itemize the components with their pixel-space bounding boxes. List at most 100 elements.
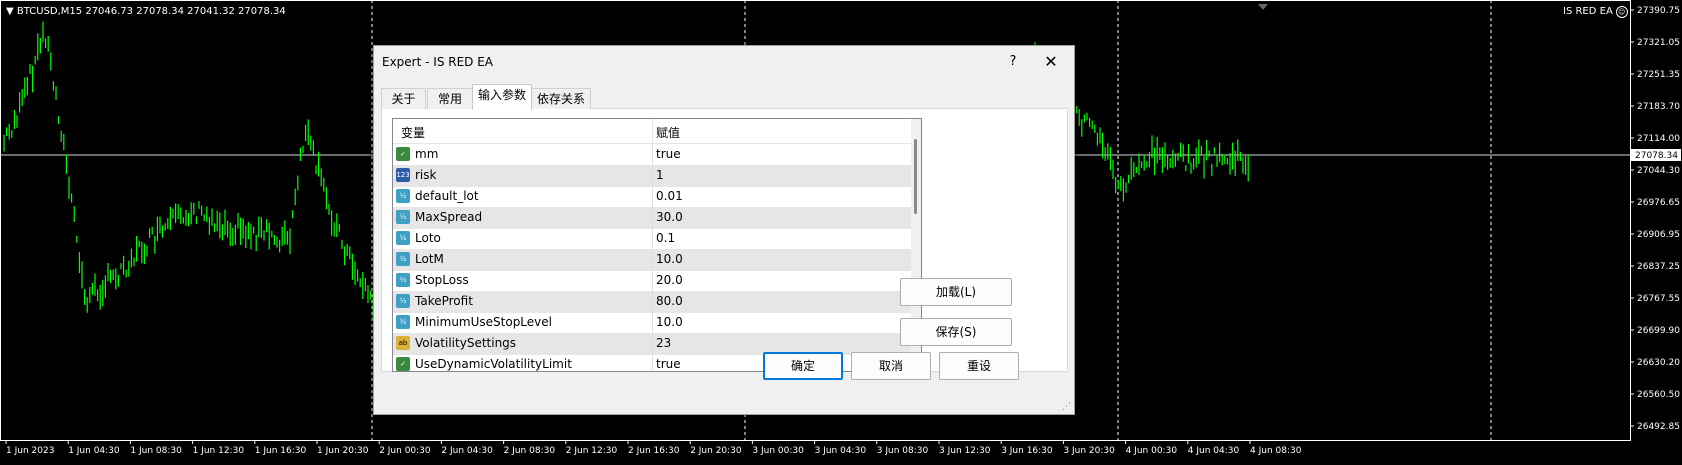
param-type-str-icon: ab <box>396 336 410 350</box>
resize-grip-icon[interactable]: ⋰ <box>1062 402 1072 412</box>
dialog-titlebar[interactable]: Expert - IS RED EA ? ✕ <box>374 46 1074 78</box>
tab-dependencies[interactable]: 依存关系 <box>531 88 591 109</box>
x-tick-label: 2 Jun 20:30 <box>690 446 742 456</box>
param-name: TakeProfit <box>415 294 473 308</box>
param-type-bool-icon: ✓ <box>396 147 410 161</box>
y-tick-label: 27044.30 <box>1637 166 1680 176</box>
param-name: UseDynamicVolatilityLimit <box>415 357 572 371</box>
y-tick-label: 27183.70 <box>1637 102 1680 112</box>
table-row[interactable]: 123 risk 1 <box>393 165 911 187</box>
x-tick-label: 1 Jun 2023 <box>6 446 54 456</box>
x-tick-label: 3 Jun 16:30 <box>1001 446 1053 456</box>
column-header-variable[interactable]: 变量 <box>401 124 425 141</box>
ea-name: IS RED EA <box>1563 6 1613 17</box>
x-tick-label: 1 Jun 08:30 <box>130 446 182 456</box>
x-tick-label: 4 Jun 00:30 <box>1126 446 1178 456</box>
param-value[interactable]: 80.0 <box>656 294 683 308</box>
param-value[interactable]: 10.0 <box>656 252 683 266</box>
x-tick-label: 1 Jun 12:30 <box>193 446 245 456</box>
table-row[interactable]: ½ MaxSpread 30.0 <box>393 207 911 229</box>
param-type-dbl-icon: ½ <box>396 252 410 266</box>
y-tick-label: 26699.90 <box>1637 326 1680 336</box>
param-name: LotM <box>415 252 444 266</box>
param-value[interactable]: true <box>656 147 681 161</box>
load-button[interactable]: 加载(L) <box>900 278 1012 306</box>
expert-advisor-label[interactable]: IS RED EA ☺ <box>1563 6 1628 18</box>
param-name: MinimumUseStopLevel <box>415 315 552 329</box>
y-tick-label: 26767.55 <box>1637 294 1680 304</box>
dialog-title: Expert - IS RED EA <box>382 55 494 69</box>
table-row[interactable]: ½ default_lot 0.01 <box>393 186 911 208</box>
y-tick-label: 27251.35 <box>1637 70 1680 80</box>
close-button[interactable]: ✕ <box>1038 52 1064 72</box>
param-value[interactable]: true <box>656 357 681 371</box>
table-row[interactable]: ½ StopLoss 20.0 <box>393 270 911 292</box>
y-tick-label: 26906.95 <box>1637 230 1680 240</box>
param-value[interactable]: 0.1 <box>656 231 675 245</box>
y-tick-label: 26976.65 <box>1637 198 1680 208</box>
x-tick-label: 1 Jun 04:30 <box>68 446 120 456</box>
y-tick-label: 26837.25 <box>1637 262 1680 272</box>
param-value[interactable]: 23 <box>656 336 671 350</box>
column-header-value[interactable]: 赋值 <box>656 124 680 141</box>
x-tick-label: 2 Jun 08:30 <box>504 446 556 456</box>
cancel-button[interactable]: 取消 <box>851 352 931 380</box>
x-tick-label: 3 Jun 00:30 <box>752 446 804 456</box>
scrollbar-thumb[interactable] <box>914 139 917 214</box>
x-tick-label: 3 Jun 08:30 <box>877 446 929 456</box>
shift-marker-icon <box>1258 4 1268 10</box>
y-tick-label: 26560.50 <box>1637 390 1680 400</box>
table-row[interactable]: ½ TakeProfit 80.0 <box>393 291 911 313</box>
param-type-dbl-icon: ½ <box>396 315 410 329</box>
table-row[interactable]: ✓ mm true <box>393 144 911 166</box>
x-tick-label: 2 Jun 00:30 <box>379 446 431 456</box>
tab-common[interactable]: 常用 <box>427 88 473 109</box>
x-tick-label: 3 Jun 04:30 <box>815 446 867 456</box>
help-button[interactable]: ? <box>1000 52 1026 72</box>
x-tick-label: 1 Jun 16:30 <box>255 446 307 456</box>
x-tick-label: 2 Jun 04:30 <box>441 446 493 456</box>
y-tick-label: 27390.75 <box>1637 6 1680 16</box>
x-tick-label: 1 Jun 20:30 <box>317 446 369 456</box>
x-tick-label: 4 Jun 04:30 <box>1188 446 1240 456</box>
x-tick-label: 2 Jun 16:30 <box>628 446 680 456</box>
x-tick-label: 4 Jun 08:30 <box>1250 446 1302 456</box>
x-tick-label: 3 Jun 20:30 <box>1063 446 1115 456</box>
param-value[interactable]: 20.0 <box>656 273 683 287</box>
chart-title-text: BTCUSD,M15 27046.73 27078.34 27041.32 27… <box>16 6 286 17</box>
param-type-dbl-icon: ½ <box>396 189 410 203</box>
param-name: StopLoss <box>415 273 469 287</box>
param-value[interactable]: 0.01 <box>656 189 683 203</box>
chart-symbol-info: ▼ BTCUSD,M15 27046.73 27078.34 27041.32 … <box>6 6 286 17</box>
ok-button[interactable]: 确定 <box>763 352 843 380</box>
param-name: mm <box>415 147 439 161</box>
y-tick-label: 27321.05 <box>1637 38 1680 48</box>
param-type-dbl-icon: ½ <box>396 294 410 308</box>
param-type-int-icon: 123 <box>396 168 410 182</box>
current-price-label: 27078.34 <box>1635 151 1678 161</box>
y-tick-label: 26492.85 <box>1637 422 1680 432</box>
save-button[interactable]: 保存(S) <box>900 318 1012 346</box>
param-name: Loto <box>415 231 441 245</box>
table-row[interactable]: ½ MinimumUseStopLevel 10.0 <box>393 312 911 334</box>
param-value[interactable]: 1 <box>656 168 664 182</box>
tab-inputs[interactable]: 输入参数 <box>472 84 532 110</box>
y-tick-label: 27114.00 <box>1637 134 1680 144</box>
x-tick-label: 2 Jun 12:30 <box>566 446 618 456</box>
input-parameters-table[interactable]: 变量 赋值 ✓ mm true 123 risk 1 ½ default_lot 0.01 ½ Ma… <box>392 118 922 372</box>
param-value[interactable]: 30.0 <box>656 210 683 224</box>
table-row[interactable]: ½ LotM 10.0 <box>393 249 911 271</box>
param-type-dbl-icon: ½ <box>396 210 410 224</box>
tab-about[interactable]: 关于 <box>381 88 426 109</box>
table-row[interactable]: ½ Loto 0.1 <box>393 228 911 250</box>
param-name: risk <box>415 168 437 182</box>
chart-menu-triangle-icon[interactable]: ▼ <box>6 6 14 17</box>
x-tick-label: 3 Jun 12:30 <box>939 446 991 456</box>
param-type-bool-icon: ✓ <box>396 357 410 371</box>
param-name: VolatilitySettings <box>415 336 517 350</box>
reset-button[interactable]: 重设 <box>939 352 1019 380</box>
param-value[interactable]: 10.0 <box>656 315 683 329</box>
param-type-dbl-icon: ½ <box>396 273 410 287</box>
param-type-dbl-icon: ½ <box>396 231 410 245</box>
y-tick-label: 26630.20 <box>1637 358 1680 368</box>
